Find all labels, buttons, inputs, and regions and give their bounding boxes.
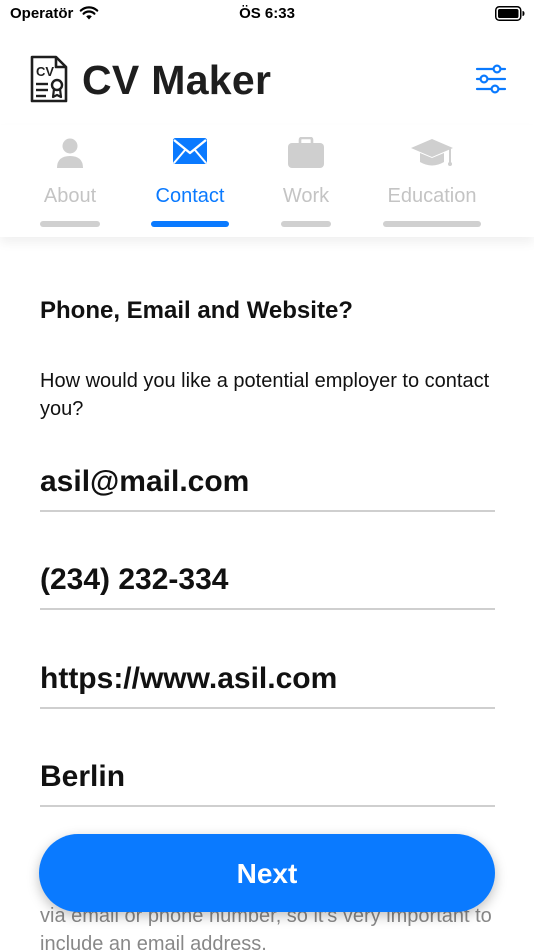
email-field[interactable]: asil@mail.com <box>40 452 495 512</box>
briefcase-icon <box>288 137 324 168</box>
phone-value: (234) 232-334 <box>40 563 229 596</box>
tab-indicator <box>40 221 100 227</box>
tab-label: Contact <box>155 185 225 207</box>
svg-text:CV: CV <box>36 64 54 79</box>
tab-label: Education <box>387 185 477 207</box>
section-question: Phone, Email and Website? <box>40 297 353 324</box>
section-tabs: About Contact Work Education <box>0 125 534 237</box>
tab-about[interactable]: About <box>30 125 110 235</box>
email-value: asil@mail.com <box>40 465 250 498</box>
envelope-icon <box>173 138 207 164</box>
tab-contact[interactable]: Contact <box>145 125 235 235</box>
clock-label: ÖS 6:33 <box>239 5 295 22</box>
cv-document-icon: CV <box>30 55 68 103</box>
battery-icon <box>495 6 525 21</box>
tab-label: Work <box>282 185 330 207</box>
website-value: https://www.asil.com <box>40 662 338 695</box>
city-value: Berlin <box>40 760 126 793</box>
graduation-cap-icon <box>411 139 453 166</box>
tab-label: About <box>43 185 97 207</box>
tab-work[interactable]: Work <box>276 125 336 235</box>
person-icon <box>57 138 83 168</box>
sliders-icon[interactable] <box>474 64 508 94</box>
tab-indicator <box>281 221 331 227</box>
phone-field[interactable]: (234) 232-334 <box>40 550 495 610</box>
tab-indicator <box>151 221 229 227</box>
tab-education[interactable]: Education <box>380 125 484 235</box>
app-title: CV Maker <box>82 57 272 103</box>
status-bar: Operatör ÖS 6:33 <box>0 0 534 30</box>
tab-indicator <box>383 221 481 227</box>
website-field[interactable]: https://www.asil.com <box>40 649 495 709</box>
next-button-label: Next <box>236 858 298 889</box>
city-field[interactable]: Berlin <box>40 747 495 807</box>
section-prompt: How would you like a potential employer … <box>40 370 490 420</box>
next-button[interactable]: Next <box>39 834 495 912</box>
